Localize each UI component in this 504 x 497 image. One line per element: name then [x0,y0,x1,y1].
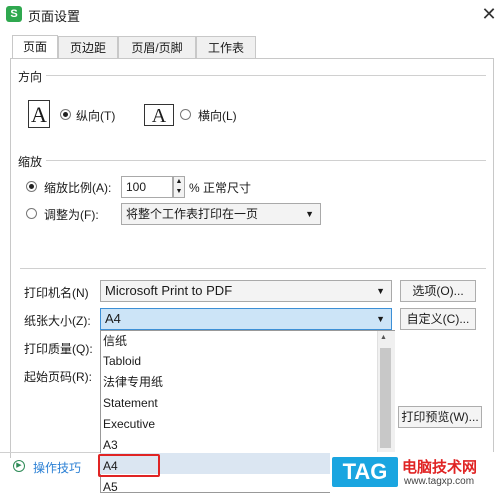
portrait-radio[interactable] [60,109,71,120]
group-divider [46,160,486,161]
tab-label: 页边距 [69,41,106,55]
tab-label: 工作表 [207,41,244,55]
scale-input[interactable]: 100 [121,176,173,198]
dropdown-item[interactable]: Statement [103,393,373,413]
landscape-label: 横向(L) [198,109,237,123]
paper-size-select[interactable]: A4 ▼ [100,308,392,330]
scroll-up-icon[interactable]: ▲ [380,334,387,341]
scrollbar-thumb[interactable] [380,348,391,448]
printer-select[interactable]: Microsoft Print to PDF ▼ [100,280,392,302]
tab-page[interactable]: 页面 [12,35,58,59]
tab-header-footer[interactable]: 页眉/页脚 [118,36,196,58]
highlight-box [98,454,160,477]
scale-spinner[interactable]: ▲ ▼ [173,176,185,198]
orientation-group-label: 方向 [18,68,43,85]
watermark-logo: TAG [332,457,398,487]
landscape-icon: A [144,104,174,127]
scale-label: 缩放比例(A): [44,181,112,195]
options-button[interactable]: 选项(O)... [400,280,476,302]
chevron-down-icon: ▼ [376,314,385,324]
fit-label: 调整为(F): [44,208,99,222]
chevron-down-icon: ▼ [305,209,314,219]
fit-select[interactable]: 将整个工作表打印在一页 ▼ [121,203,321,225]
section-divider [20,268,486,269]
watermark-site-name: 电脑技术网 [402,459,478,476]
print-preview-button[interactable]: 打印预览(W)... [398,406,482,428]
tab-sheet[interactable]: 工作表 [196,36,256,58]
fit-radio[interactable] [26,208,37,219]
custom-size-button[interactable]: 自定义(C)... [400,308,476,330]
chevron-down-icon: ▼ [376,286,385,296]
portrait-icon: A [28,100,50,128]
fit-select-value: 将整个工作表打印在一页 [126,207,259,221]
tab-label: 页眉/页脚 [131,41,183,55]
paper-size-value: A4 [105,311,121,326]
window-title: 页面设置 [28,9,81,24]
printer-select-value: Microsoft Print to PDF [105,283,233,298]
dropdown-item[interactable]: 信纸 [103,331,373,351]
app-icon: S [6,6,22,22]
play-icon: ▶ [13,460,25,472]
dropdown-item[interactable]: 法律专用纸 [103,372,373,392]
scale-radio[interactable] [26,181,37,192]
paper-size-label: 纸张大小(Z): [24,314,91,328]
group-divider [46,75,486,76]
tab-margins[interactable]: 页边距 [58,36,118,58]
close-icon[interactable]: ✕ [478,3,500,25]
print-quality-label: 打印质量(Q): [24,342,93,356]
printer-label: 打印机名(N) [24,286,89,300]
landscape-radio[interactable] [180,109,191,120]
dropdown-item[interactable]: Tabloid [103,351,373,371]
tab-label: 页面 [22,40,47,54]
dropdown-item[interactable]: Executive [103,414,373,434]
portrait-label: 纵向(T) [76,109,116,123]
first-page-label: 起始页码(R): [24,370,92,384]
tips-link[interactable]: 操作技巧 [33,459,81,476]
scaling-group-label: 缩放 [18,153,43,170]
scale-suffix: % 正常尺寸 [189,181,252,195]
watermark-url: www.tagxp.com [404,476,475,487]
